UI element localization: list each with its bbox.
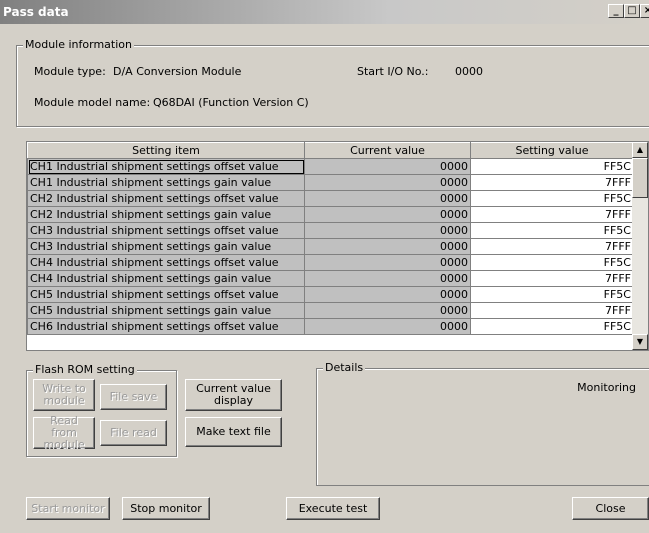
- table-row[interactable]: CH2 Industrial shipment settings offset …: [27, 190, 634, 207]
- minimize-icon[interactable]: _: [608, 4, 624, 18]
- stop-monitor-button[interactable]: Stop monitor: [122, 497, 210, 520]
- setting-item-cell: CH1 Industrial shipment settings offset …: [27, 158, 305, 175]
- setting-value-cell[interactable]: 7FFF: [470, 238, 634, 255]
- table-row[interactable]: CH5 Industrial shipment settings gain va…: [27, 302, 634, 319]
- module-type-label: Module type:: [34, 65, 106, 78]
- setting-value-cell[interactable]: 7FFF: [470, 206, 634, 223]
- setting-item-cell: CH6 Industrial shipment settings offset …: [27, 318, 305, 335]
- execute-test-button[interactable]: Execute test: [286, 497, 380, 520]
- make-text-file-button[interactable]: Make text file: [185, 417, 282, 447]
- module-model-value: Q68DAI (Function Version C): [153, 96, 309, 109]
- monitoring-status: Monitoring: [577, 381, 636, 394]
- setting-item-cell: CH5 Industrial shipment settings offset …: [27, 286, 305, 303]
- setting-item-cell: CH4 Industrial shipment settings gain va…: [27, 270, 305, 287]
- file-save-button[interactable]: File save: [100, 384, 167, 410]
- read-from-module-button[interactable]: Read from module: [33, 415, 95, 451]
- current-value-cell: 0000: [304, 222, 471, 239]
- start-io-value: 0000: [455, 65, 483, 78]
- flash-rom-label: Flash ROM setting: [33, 363, 137, 376]
- setting-item-cell: CH2 Industrial shipment settings gain va…: [27, 206, 305, 223]
- current-value-cell: 0000: [304, 318, 471, 335]
- setting-table: Setting item Current value Setting value…: [27, 142, 634, 335]
- module-information-group: Module information: [16, 38, 649, 127]
- setting-value-cell[interactable]: FF5C: [470, 286, 634, 303]
- table-row[interactable]: CH6 Industrial shipment settings offset …: [27, 318, 634, 335]
- current-value-cell: 0000: [304, 190, 471, 207]
- start-io-label: Start I/O No.:: [357, 65, 429, 78]
- setting-value-cell[interactable]: 7FFF: [470, 270, 634, 287]
- setting-item-cell: CH3 Industrial shipment settings gain va…: [27, 238, 305, 255]
- setting-value-cell[interactable]: FF5C: [470, 318, 634, 335]
- table-row[interactable]: CH1 Industrial shipment settings offset …: [27, 158, 634, 175]
- maximize-icon[interactable]: □: [624, 4, 640, 18]
- current-value-cell: 0000: [304, 158, 471, 175]
- scroll-thumb[interactable]: [632, 158, 648, 198]
- close-icon[interactable]: ×: [640, 4, 649, 18]
- table-header-row: Setting item Current value Setting value: [27, 142, 634, 159]
- table-row[interactable]: CH4 Industrial shipment settings offset …: [27, 254, 634, 271]
- details-group: Details Monitoring: [316, 361, 649, 486]
- setting-item-cell: CH3 Industrial shipment settings offset …: [27, 222, 305, 239]
- grid-scrollbar[interactable]: ▲ ▼: [632, 142, 648, 350]
- setting-item-cell: CH2 Industrial shipment settings offset …: [27, 190, 305, 207]
- window-title: Pass data: [3, 5, 69, 19]
- setting-grid[interactable]: Setting item Current value Setting value…: [26, 141, 649, 351]
- details-label: Details: [323, 361, 366, 374]
- header-setting-item[interactable]: Setting item: [27, 142, 305, 159]
- setting-item-cell: CH4 Industrial shipment settings offset …: [27, 254, 305, 271]
- current-value-cell: 0000: [304, 206, 471, 223]
- write-to-module-button[interactable]: Write to module: [33, 379, 95, 411]
- current-value-cell: 0000: [304, 254, 471, 271]
- table-row[interactable]: CH4 Industrial shipment settings gain va…: [27, 270, 634, 287]
- setting-value-cell[interactable]: FF5C: [470, 222, 634, 239]
- module-model-label: Module model name:: [34, 96, 151, 109]
- scroll-down-icon[interactable]: ▼: [632, 334, 648, 350]
- table-row[interactable]: CH2 Industrial shipment settings gain va…: [27, 206, 634, 223]
- current-value-cell: 0000: [304, 286, 471, 303]
- module-information-label: Module information: [23, 38, 134, 51]
- current-value-cell: 0000: [304, 302, 471, 319]
- setting-value-cell[interactable]: FF5C: [470, 158, 634, 175]
- setting-value-cell[interactable]: FF5C: [470, 190, 634, 207]
- setting-item-cell: CH1 Industrial shipment settings gain va…: [27, 174, 305, 191]
- header-setting-value[interactable]: Setting value: [470, 142, 634, 159]
- table-row[interactable]: CH5 Industrial shipment settings offset …: [27, 286, 634, 303]
- current-value-cell: 0000: [304, 238, 471, 255]
- setting-value-cell[interactable]: 7FFF: [470, 302, 634, 319]
- scroll-up-icon[interactable]: ▲: [632, 142, 648, 158]
- table-row[interactable]: CH1 Industrial shipment settings gain va…: [27, 174, 634, 191]
- current-value-cell: 0000: [304, 270, 471, 287]
- setting-value-cell[interactable]: FF5C: [470, 254, 634, 271]
- start-monitor-button[interactable]: Start monitor: [26, 497, 110, 520]
- module-type-value: D/A Conversion Module: [113, 65, 242, 78]
- header-current-value[interactable]: Current value: [304, 142, 471, 159]
- table-row[interactable]: CH3 Industrial shipment settings offset …: [27, 222, 634, 239]
- file-read-button[interactable]: File read: [100, 420, 167, 446]
- setting-value-cell[interactable]: 7FFF: [470, 174, 634, 191]
- table-row[interactable]: CH3 Industrial shipment settings gain va…: [27, 238, 634, 255]
- current-value-cell: 0000: [304, 174, 471, 191]
- setting-item-cell: CH5 Industrial shipment settings gain va…: [27, 302, 305, 319]
- pass-data-window: Pass data _ □ × Module information Modul…: [0, 0, 649, 533]
- title-bar[interactable]: Pass data _ □ ×: [0, 0, 649, 24]
- current-value-display-button[interactable]: Current value display: [185, 379, 282, 411]
- close-button[interactable]: Close: [572, 497, 649, 520]
